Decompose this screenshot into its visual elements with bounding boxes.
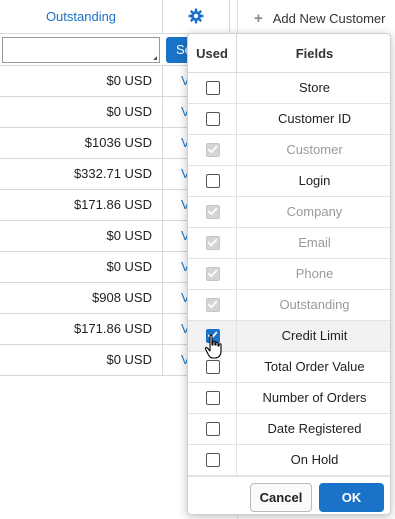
field-label: Customer	[286, 142, 343, 157]
field-checkbox	[206, 236, 220, 250]
column-header-outstanding[interactable]: Outstanding	[0, 0, 163, 34]
add-new-customer-link[interactable]: + Add New Customer	[254, 10, 385, 27]
hand-cursor-icon	[204, 334, 224, 360]
used-cell	[188, 259, 237, 289]
field-label: Total Order Value	[264, 359, 365, 374]
field-checkbox[interactable]	[206, 174, 220, 188]
field-label: Email	[298, 235, 331, 250]
field-label: Credit Limit	[281, 328, 348, 343]
field-row[interactable]: Store	[188, 73, 390, 104]
plus-icon: +	[254, 10, 263, 27]
outstanding-amount: $171.86 USD	[0, 190, 163, 220]
outstanding-amount: $332.71 USD	[0, 159, 163, 189]
field-checkbox[interactable]	[206, 391, 220, 405]
field-label: Store	[298, 80, 331, 95]
field-row[interactable]: Login	[188, 166, 390, 197]
used-cell	[188, 414, 237, 444]
field-checkbox	[206, 143, 220, 157]
field-row[interactable]: Date Registered	[188, 414, 390, 445]
field-row[interactable]: On Hold	[188, 445, 390, 476]
used-cell	[188, 73, 237, 103]
field-label: Company	[286, 204, 343, 219]
field-checkbox	[206, 205, 220, 219]
field-row[interactable]: Customer	[188, 135, 390, 166]
table-header: Outstanding	[0, 0, 230, 34]
field-row[interactable]: Company	[188, 197, 390, 228]
used-cell	[188, 166, 237, 196]
field-label: Phone	[295, 266, 334, 281]
field-label: Date Registered	[267, 421, 362, 436]
column-chooser-popup: Used Fields Store Customer ID Customer Logi…	[187, 33, 391, 515]
column-header-used: Used	[188, 34, 237, 73]
column-settings-button[interactable]	[163, 0, 230, 34]
field-row[interactable]: Customer ID	[188, 104, 390, 135]
field-label: Customer ID	[278, 111, 351, 126]
outstanding-amount: $1036 USD	[0, 128, 163, 158]
field-row[interactable]: Email	[188, 228, 390, 259]
outstanding-amount: $908 USD	[0, 283, 163, 313]
popup-header: Used Fields	[188, 34, 390, 73]
field-label: On Hold	[290, 452, 339, 467]
field-checkbox[interactable]	[206, 453, 220, 467]
outstanding-amount: $0 USD	[0, 252, 163, 282]
outstanding-amount: $171.86 USD	[0, 314, 163, 344]
add-new-customer-label: Add New Customer	[272, 11, 386, 26]
used-cell	[188, 197, 237, 227]
field-checkbox[interactable]	[206, 81, 220, 95]
field-checkbox	[206, 298, 220, 312]
field-row[interactable]: Outstanding	[188, 290, 390, 321]
outstanding-amount: $0 USD	[0, 345, 163, 375]
used-cell	[188, 383, 237, 413]
used-cell	[188, 445, 237, 475]
field-row[interactable]: Phone	[188, 259, 390, 290]
used-cell	[188, 228, 237, 258]
ok-button[interactable]: OK	[319, 483, 384, 512]
field-checkbox[interactable]	[206, 360, 220, 374]
field-label: Login	[298, 173, 331, 188]
column-header-fields: Fields	[295, 46, 334, 61]
field-label: Number of Orders	[262, 390, 367, 405]
used-cell	[188, 135, 237, 165]
field-row[interactable]: Number of Orders	[188, 383, 390, 414]
used-cell	[188, 290, 237, 320]
cancel-button[interactable]: Cancel	[250, 483, 312, 512]
outstanding-amount: $0 USD	[0, 66, 163, 96]
outstanding-amount: $0 USD	[0, 221, 163, 251]
used-cell	[188, 104, 237, 134]
field-label: Outstanding	[279, 297, 350, 312]
field-checkbox[interactable]	[206, 422, 220, 436]
field-checkbox[interactable]	[206, 112, 220, 126]
outstanding-amount: $0 USD	[0, 97, 163, 127]
outstanding-filter-input[interactable]	[2, 37, 160, 63]
gear-icon[interactable]	[188, 8, 204, 27]
field-checkbox	[206, 267, 220, 281]
popup-footer: Cancel OK	[188, 476, 390, 514]
